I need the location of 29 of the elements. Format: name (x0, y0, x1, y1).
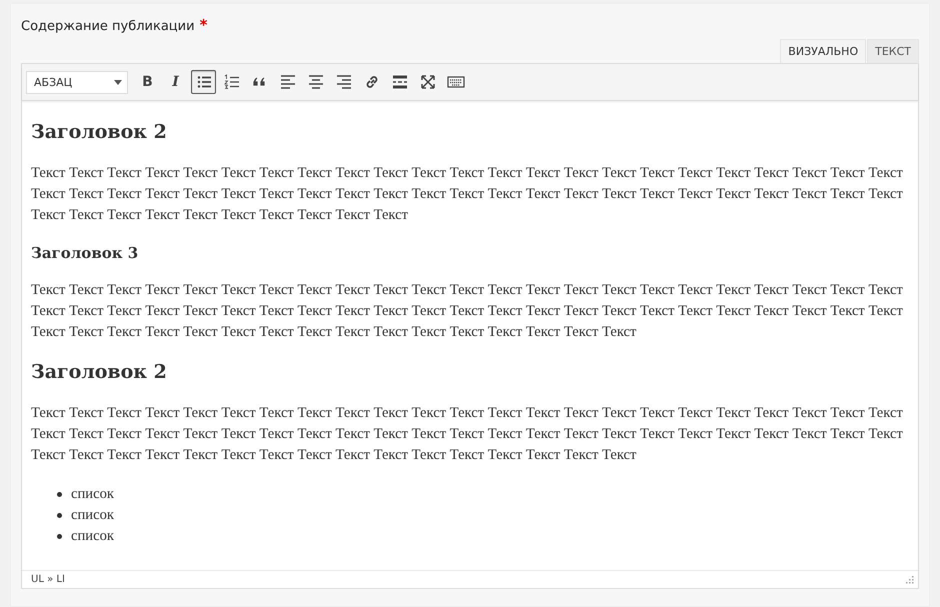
caret-icon (114, 80, 122, 84)
paragraph: Текст Текст Текст Текст Текст Текст Текст Текст Текст Текст Текст Текст Текст Текст Текст Текст Текст Текст Текст Текст Текст Текст Текст Текст Текст Текст Текст Текст Текст Текст Текст Текст Текст Текст Текст Текст Текст Текст Текст Текст Текст Текст Текст Текст Текст Текст Текст Текст Текст Текст Текст Текст Текст Текст Текст Текст Текст Текст Текст Текст Текст Текст (31, 404, 904, 465)
list-item: список (71, 527, 114, 546)
editor-tab[interactable]: ВИЗУАЛЬНО (780, 39, 866, 63)
align-left-icon (278, 73, 296, 91)
align-right-icon (334, 73, 352, 91)
editor-tab[interactable]: ТЕКСТ (867, 39, 919, 63)
list-item: список (71, 485, 114, 504)
subheading: Заголовок 3 (31, 244, 140, 262)
list-item: список (71, 506, 114, 525)
align-center-icon (306, 73, 324, 91)
dashed-line-icon (390, 73, 408, 91)
bullet-icon (57, 492, 62, 497)
italic-button[interactable]: I (163, 70, 188, 94)
expand-arrows-icon (418, 73, 436, 91)
format-select[interactable]: АБЗАЦ (26, 70, 128, 94)
required-mark: * (200, 16, 208, 34)
bullet-icon (57, 513, 62, 518)
bullet-icon (57, 534, 62, 539)
bold-button[interactable]: B (135, 70, 160, 94)
paragraph: Текст Текст Текст Текст Текст Текст Текст Текст Текст Текст Текст Текст Текст Текст Текст Текст Текст Текст Текст Текст Текст Текст Текст Текст Текст Текст Текст Текст Текст Текст Текст Текст Текст Текст Текст Текст Текст Текст Текст Текст Текст Текст Текст Текст Текст Текст Текст Текст Текст Текст Текст Текст Текст Текст Текст Текст (31, 164, 904, 225)
numbered-list-icon (222, 73, 240, 91)
element-path: UL » LI (31, 574, 65, 585)
bullet-list-button[interactable] (191, 70, 216, 94)
paragraph: Текст Текст Текст Текст Текст Текст Текст Текст Текст Текст Текст Текст Текст Текст Текст Текст Текст Текст Текст Текст Текст Текст Текст Текст Текст Текст Текст Текст Текст Текст Текст Текст Текст Текст Текст Текст Текст Текст Текст Текст Текст Текст Текст Текст Текст Текст Текст Текст Текст Текст Текст Текст Текст Текст Текст Текст Текст Текст Текст Текст Текст Текст (31, 281, 904, 342)
heading: Заголовок 2 (31, 361, 168, 383)
heading: Заголовок 2 (31, 121, 168, 143)
field-label: Содержание публикации (21, 19, 195, 34)
resize-grip-icon[interactable] (905, 575, 914, 584)
